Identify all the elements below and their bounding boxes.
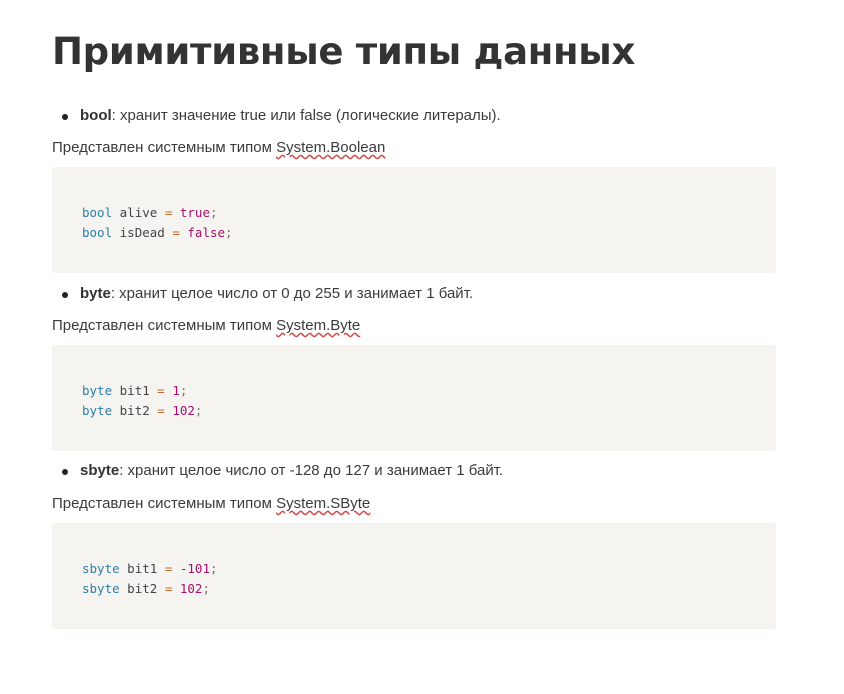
bullet-icon [62,114,68,120]
system-type-prefix: Представлен системным типом [52,495,277,512]
system-type-link[interactable]: System.Byte [276,317,360,334]
term-description: : хранит целое число от -128 до 127 и за… [119,462,504,479]
bullet-icon [62,292,68,298]
system-type-line: Представлен системным типом System.Byte [52,317,360,334]
term-description: : хранит значение true или false (логиче… [111,107,501,124]
page-title: Примитивные типы данных [52,30,636,73]
system-type-link[interactable]: System.Boolean [276,139,385,156]
system-type-line: Представлен системным типом System.SByte [52,495,370,512]
code-block: sbyte bit1 = -101; sbyte bit2 = 102; [52,523,776,629]
code-line: byte bit2 = 102; [82,403,203,418]
code-line: sbyte bit1 = -101; [82,561,218,576]
term: sbyte [80,462,120,479]
system-type-prefix: Представлен системным типом [52,139,277,156]
system-type-line: Представлен системным типом System.Boole… [52,139,385,156]
term-description: : хранит целое число от 0 до 255 и заним… [110,285,474,302]
system-type-link[interactable]: System.SByte [276,495,370,512]
code: byte bit1 = 1; byte bit2 = 102; [82,381,202,421]
code-line: byte bit1 = 1; [82,383,188,398]
code-line: bool isDead = false; [82,225,233,240]
code-block: bool alive = true; bool isDead = false; [52,167,776,273]
code-line: sbyte bit2 = 102; [82,581,210,596]
code: sbyte bit1 = -101; sbyte bit2 = 102; [82,559,218,599]
term: bool [80,107,112,124]
code: bool alive = true; bool isDead = false; [82,203,233,243]
term: byte [80,285,111,302]
code-line: bool alive = true; [82,205,218,220]
system-type-prefix: Представлен системным типом [52,317,277,334]
code-block: byte bit1 = 1; byte bit2 = 102; [52,345,776,451]
bullet-icon [62,469,68,475]
